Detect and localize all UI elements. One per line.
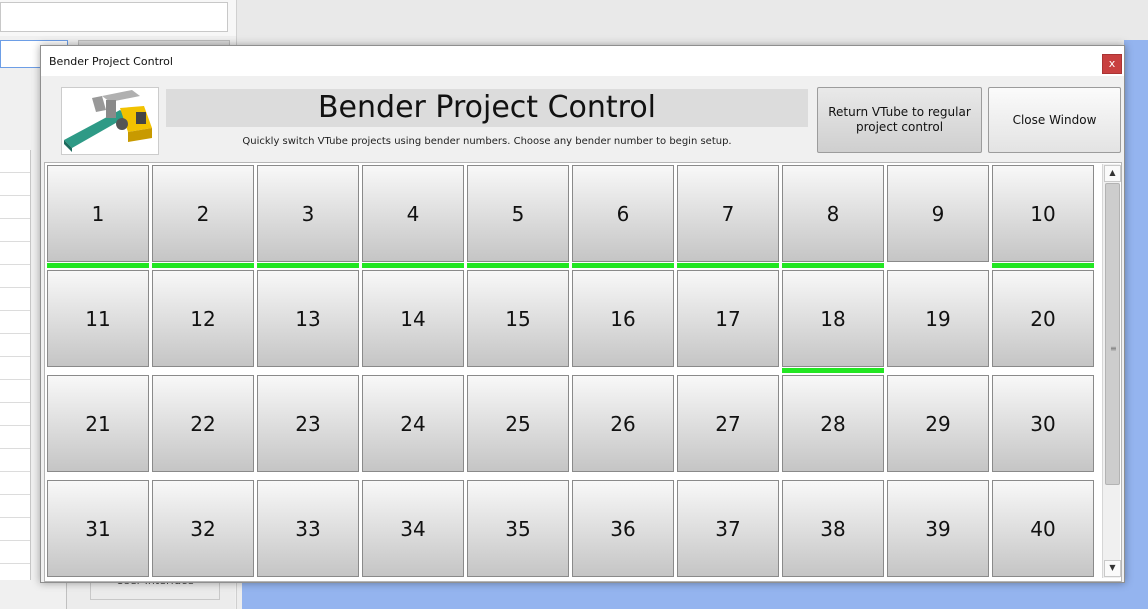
bender-6-active-indicator — [572, 263, 674, 268]
bender-13-button[interactable]: 13 — [257, 270, 359, 367]
bender-22-button[interactable]: 22 — [152, 375, 254, 472]
bender-1-active-indicator — [47, 263, 149, 268]
return-vtube-button[interactable]: Return VTube to regular project control — [817, 87, 982, 153]
bender-4-active-indicator — [362, 263, 464, 268]
bender-9-button[interactable]: 9 — [887, 165, 989, 262]
bender-20-button[interactable]: 20 — [992, 270, 1094, 367]
bender-19-button[interactable]: 19 — [887, 270, 989, 367]
window-title: Bender Project Control — [49, 55, 173, 68]
bender-17-button[interactable]: 17 — [677, 270, 779, 367]
bender-7-active-indicator — [677, 263, 779, 268]
bender-25-button[interactable]: 25 — [467, 375, 569, 472]
background-header — [236, 0, 1148, 40]
bender-grid-frame: 1 2 3 4 5 6 7 8 9 10 11 12 13 14 15 16 17 18 19 20 21 22 23 24 2… — [44, 162, 1122, 582]
bender-3-button[interactable]: 3 — [257, 165, 359, 262]
bender-8-button[interactable]: 8 — [782, 165, 884, 262]
bender-34-button[interactable]: 34 — [362, 480, 464, 577]
bender-38-button[interactable]: 38 — [782, 480, 884, 577]
background-list — [0, 150, 31, 580]
bender-26-button[interactable]: 26 — [572, 375, 674, 472]
bender-14-button[interactable]: 14 — [362, 270, 464, 367]
bender-15-button[interactable]: 15 — [467, 270, 569, 367]
scroll-up-arrow-icon[interactable]: ▲ — [1104, 165, 1121, 182]
vertical-scrollbar[interactable]: ▲ ≡ ▼ — [1102, 164, 1121, 578]
bender-16-button[interactable]: 16 — [572, 270, 674, 367]
close-icon[interactable]: x — [1102, 54, 1122, 74]
bender-11-button[interactable]: 11 — [47, 270, 149, 367]
bender-21-button[interactable]: 21 — [47, 375, 149, 472]
bender-2-button[interactable]: 2 — [152, 165, 254, 262]
bender-6-button[interactable]: 6 — [572, 165, 674, 262]
bender-machine-logo — [61, 87, 159, 155]
bender-35-button[interactable]: 35 — [467, 480, 569, 577]
bender-12-button[interactable]: 12 — [152, 270, 254, 367]
bender-28-button[interactable]: 28 — [782, 375, 884, 472]
bender-machine-icon — [62, 88, 158, 154]
dialog-titlebar[interactable]: Bender Project Control x — [41, 46, 1124, 76]
bender-3-active-indicator — [257, 263, 359, 268]
bender-32-button[interactable]: 32 — [152, 480, 254, 577]
bender-8-active-indicator — [782, 263, 884, 268]
bender-24-button[interactable]: 24 — [362, 375, 464, 472]
bender-4-button[interactable]: 4 — [362, 165, 464, 262]
bender-5-active-indicator — [467, 263, 569, 268]
bender-36-button[interactable]: 36 — [572, 480, 674, 577]
background-desktop — [242, 582, 1148, 609]
scrollbar-grip-icon: ≡ — [1110, 344, 1117, 353]
background-toolbar — [0, 0, 236, 37]
page-subtitle: Quickly switch VTube projects using bend… — [242, 136, 732, 147]
bender-40-button[interactable]: 40 — [992, 480, 1094, 577]
bender-5-button[interactable]: 5 — [467, 165, 569, 262]
bender-27-button[interactable]: 27 — [677, 375, 779, 472]
background-desktop-right — [1124, 40, 1148, 609]
bender-18-button[interactable]: 18 — [782, 270, 884, 367]
page-title: Bender Project Control — [317, 90, 657, 125]
bender-2-active-indicator — [152, 263, 254, 268]
bender-10-active-indicator — [992, 263, 1094, 268]
bender-project-control-dialog: Bender Project Control x Bender Project … — [40, 45, 1125, 583]
bender-23-button[interactable]: 23 — [257, 375, 359, 472]
bender-33-button[interactable]: 33 — [257, 480, 359, 577]
bender-7-button[interactable]: 7 — [677, 165, 779, 262]
bender-grid: 1 2 3 4 5 6 7 8 9 10 11 12 13 14 15 16 17 18 19 20 21 22 23 24 2… — [47, 165, 1099, 579]
close-window-button[interactable]: Close Window — [988, 87, 1121, 153]
bender-1-button[interactable]: 1 — [47, 165, 149, 262]
background-field[interactable] — [0, 2, 228, 32]
bender-30-button[interactable]: 30 — [992, 375, 1094, 472]
scrollbar-thumb[interactable]: ≡ — [1105, 183, 1120, 485]
bender-37-button[interactable]: 37 — [677, 480, 779, 577]
bender-18-active-indicator — [782, 368, 884, 373]
bender-29-button[interactable]: 29 — [887, 375, 989, 472]
bender-10-button[interactable]: 10 — [992, 165, 1094, 262]
bender-31-button[interactable]: 31 — [47, 480, 149, 577]
scroll-down-arrow-icon[interactable]: ▼ — [1104, 560, 1121, 577]
bender-39-button[interactable]: 39 — [887, 480, 989, 577]
